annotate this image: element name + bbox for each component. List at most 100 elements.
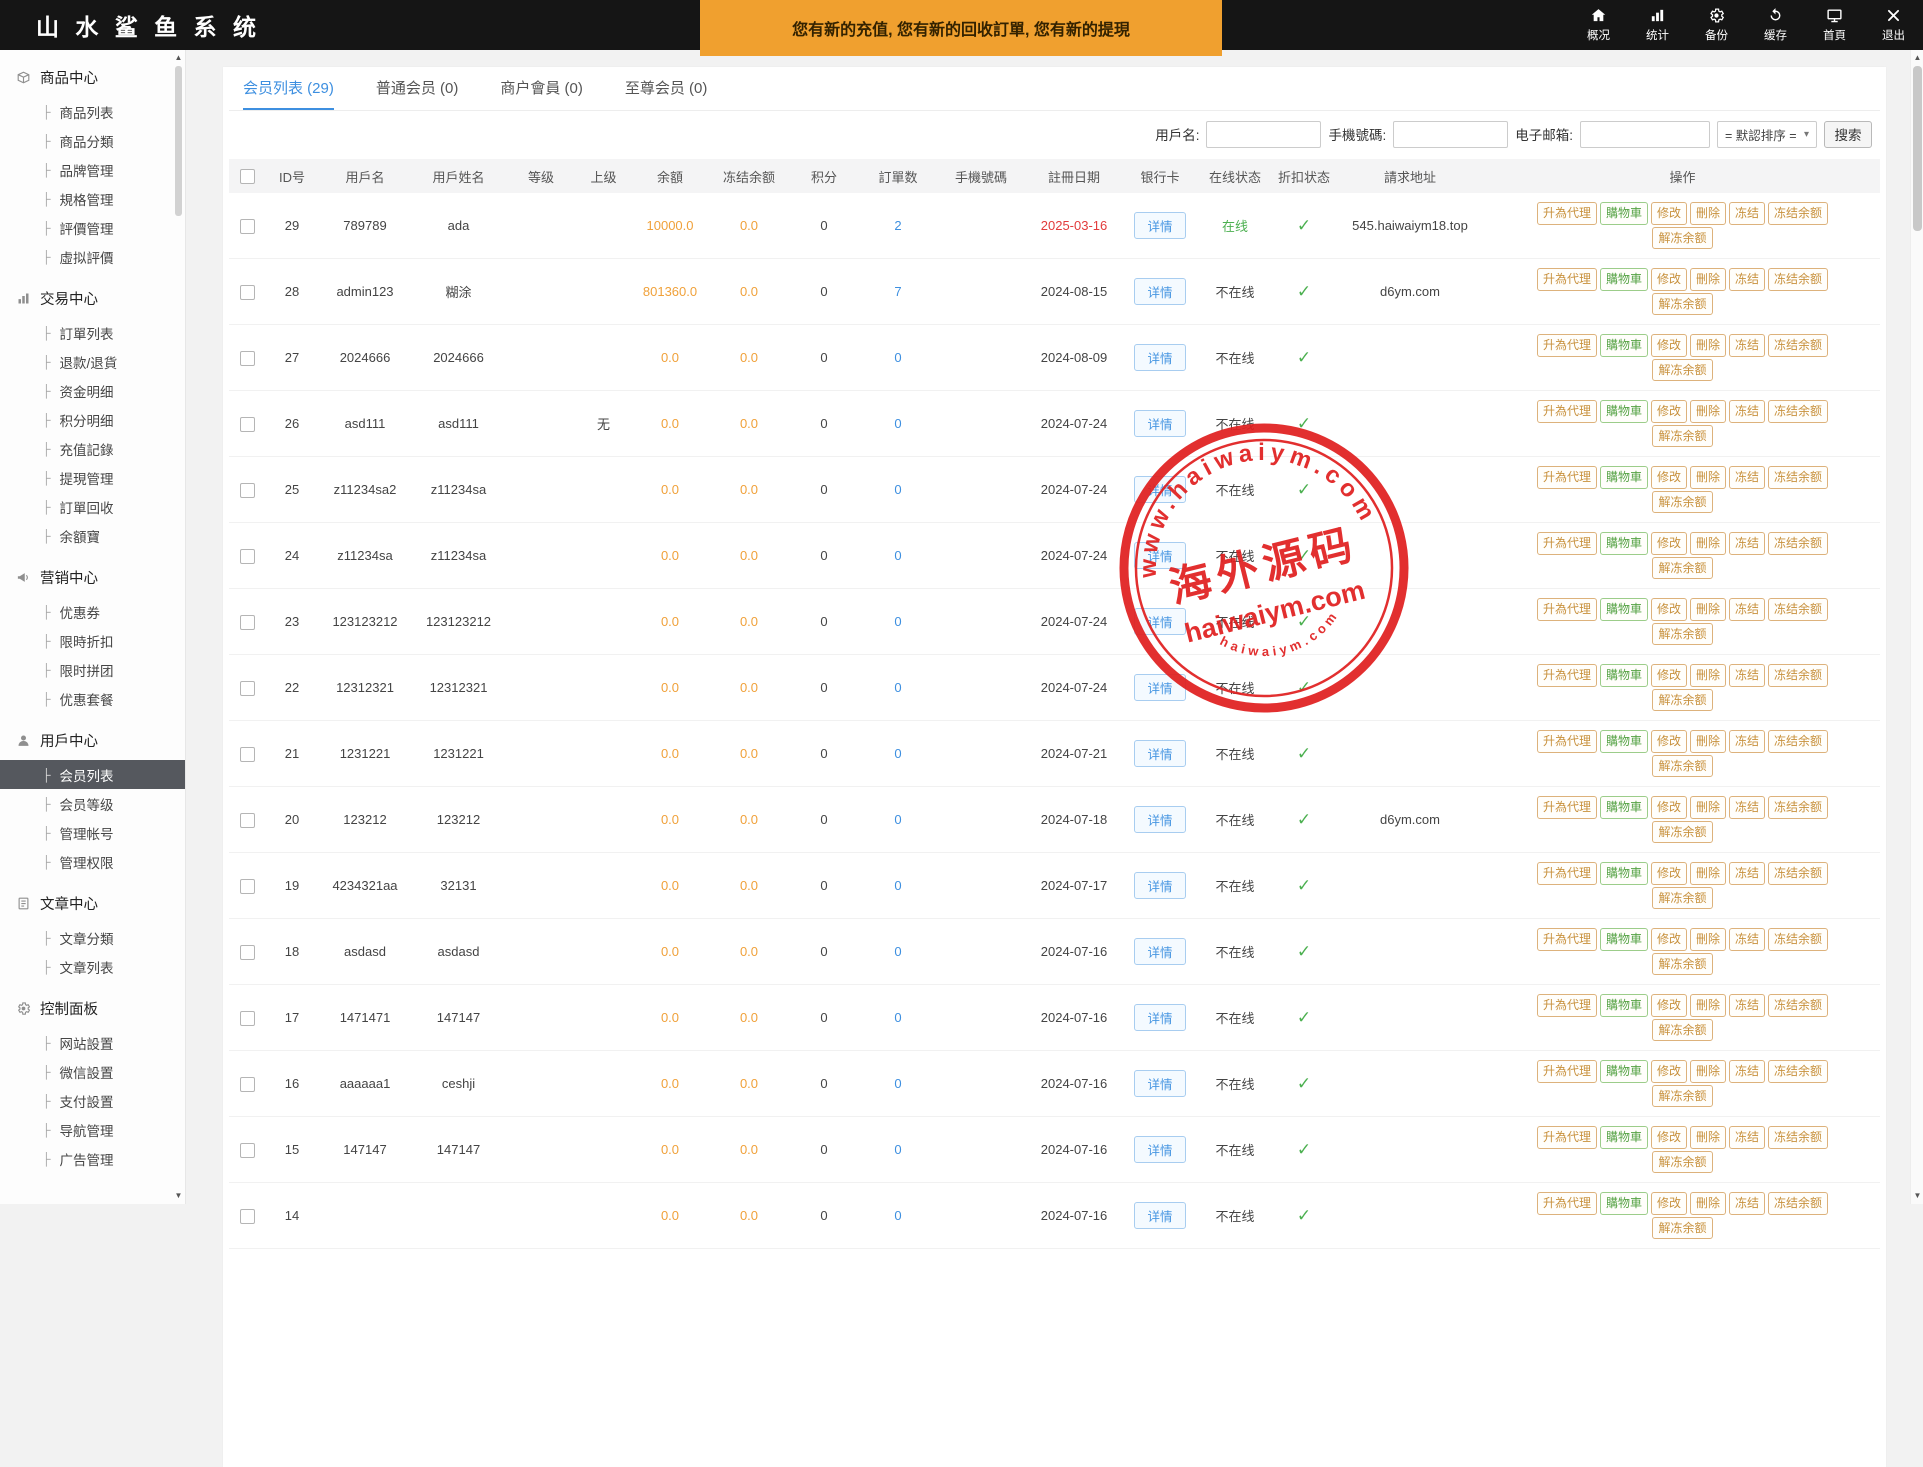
sidebar-item[interactable]: ├規格管理: [0, 184, 185, 213]
action-unfreeze-balance-button[interactable]: 解冻余额: [1652, 425, 1712, 447]
action-freeze-button[interactable]: 冻结: [1729, 730, 1765, 752]
action-edit-button[interactable]: 修改: [1651, 862, 1687, 884]
bank-detail-button[interactable]: 详情: [1134, 1202, 1185, 1229]
sidebar-item[interactable]: ├文章列表: [0, 952, 185, 981]
action-edit-button[interactable]: 修改: [1651, 994, 1687, 1016]
action-delete-button[interactable]: 刪除: [1690, 400, 1726, 422]
sidebar-item[interactable]: ├商品列表: [0, 97, 185, 126]
topnav-overview[interactable]: 概况: [1569, 0, 1628, 50]
action-freeze-balance-button[interactable]: 冻结余额: [1768, 466, 1828, 488]
action-freeze-button[interactable]: 冻结: [1729, 862, 1765, 884]
action-freeze-button[interactable]: 冻结: [1729, 1060, 1765, 1082]
sidebar-item[interactable]: ├资金明细: [0, 376, 185, 405]
sidebar-scrollbar-thumb[interactable]: [175, 66, 182, 216]
scroll-up-icon[interactable]: ▲: [172, 52, 185, 64]
row-checkbox[interactable]: [240, 417, 255, 432]
sidebar-section-toggle[interactable]: 用戶中心: [0, 721, 185, 760]
action-freeze-balance-button[interactable]: 冻结余额: [1768, 598, 1828, 620]
action-delete-button[interactable]: 刪除: [1690, 532, 1726, 554]
action-unfreeze-balance-button[interactable]: 解冻余额: [1652, 623, 1712, 645]
action-unfreeze-balance-button[interactable]: 解冻余额: [1652, 1019, 1712, 1041]
action-freeze-balance-button[interactable]: 冻结余额: [1768, 928, 1828, 950]
action-promote-agent-button[interactable]: 升為代理: [1537, 268, 1597, 290]
action-freeze-balance-button[interactable]: 冻结余额: [1768, 532, 1828, 554]
action-promote-agent-button[interactable]: 升為代理: [1537, 466, 1597, 488]
row-checkbox[interactable]: [240, 879, 255, 894]
topnav-logout[interactable]: 退出: [1864, 0, 1923, 50]
action-freeze-balance-button[interactable]: 冻结余额: [1768, 730, 1828, 752]
bank-detail-button[interactable]: 详情: [1134, 476, 1185, 503]
sidebar-scrollbar[interactable]: ▲ ▼: [172, 50, 185, 1204]
sidebar-item[interactable]: ├管理权限: [0, 847, 185, 876]
action-freeze-button[interactable]: 冻结: [1729, 400, 1765, 422]
action-delete-button[interactable]: 刪除: [1690, 862, 1726, 884]
action-promote-agent-button[interactable]: 升為代理: [1537, 730, 1597, 752]
bank-detail-button[interactable]: 详情: [1134, 212, 1185, 239]
row-checkbox[interactable]: [240, 681, 255, 696]
tab[interactable]: 会员列表 (29): [243, 67, 334, 110]
action-unfreeze-balance-button[interactable]: 解冻余额: [1652, 1085, 1712, 1107]
action-promote-agent-button[interactable]: 升為代理: [1537, 1126, 1597, 1148]
action-cart-button[interactable]: 購物車: [1600, 730, 1648, 752]
action-cart-button[interactable]: 購物車: [1600, 994, 1648, 1016]
sidebar-item[interactable]: ├退款/退貨: [0, 347, 185, 376]
row-checkbox[interactable]: [240, 1143, 255, 1158]
action-freeze-balance-button[interactable]: 冻结余额: [1768, 334, 1828, 356]
action-delete-button[interactable]: 刪除: [1690, 664, 1726, 686]
sidebar-section-toggle[interactable]: 交易中心: [0, 279, 185, 318]
row-checkbox[interactable]: [240, 1209, 255, 1224]
bank-detail-button[interactable]: 详情: [1134, 608, 1185, 635]
bank-detail-button[interactable]: 详情: [1134, 410, 1185, 437]
sidebar-item[interactable]: ├广告管理: [0, 1144, 185, 1173]
action-delete-button[interactable]: 刪除: [1690, 1126, 1726, 1148]
page-scrollbar-thumb[interactable]: [1913, 66, 1922, 231]
action-delete-button[interactable]: 刪除: [1690, 466, 1726, 488]
action-cart-button[interactable]: 購物車: [1600, 268, 1648, 290]
action-freeze-balance-button[interactable]: 冻结余额: [1768, 1060, 1828, 1082]
scroll-down-icon[interactable]: ▼: [1911, 1190, 1923, 1202]
action-delete-button[interactable]: 刪除: [1690, 928, 1726, 950]
sidebar-item[interactable]: ├品牌管理: [0, 155, 185, 184]
action-unfreeze-balance-button[interactable]: 解冻余额: [1652, 689, 1712, 711]
tab[interactable]: 普通会员 (0): [376, 67, 459, 110]
action-cart-button[interactable]: 購物車: [1600, 1192, 1648, 1214]
row-checkbox[interactable]: [240, 747, 255, 762]
action-edit-button[interactable]: 修改: [1651, 796, 1687, 818]
action-cart-button[interactable]: 購物車: [1600, 202, 1648, 224]
sidebar-item[interactable]: ├管理帐号: [0, 818, 185, 847]
bank-detail-button[interactable]: 详情: [1134, 278, 1185, 305]
sidebar-item[interactable]: ├网站設置: [0, 1028, 185, 1057]
phone-filter-input[interactable]: [1393, 121, 1508, 148]
action-edit-button[interactable]: 修改: [1651, 202, 1687, 224]
bank-detail-button[interactable]: 详情: [1134, 740, 1185, 767]
sidebar-item[interactable]: ├評價管理: [0, 213, 185, 242]
action-delete-button[interactable]: 刪除: [1690, 796, 1726, 818]
row-checkbox[interactable]: [240, 945, 255, 960]
action-unfreeze-balance-button[interactable]: 解冻余额: [1652, 557, 1712, 579]
bank-detail-button[interactable]: 详情: [1134, 344, 1185, 371]
action-freeze-button[interactable]: 冻结: [1729, 994, 1765, 1016]
bank-detail-button[interactable]: 详情: [1134, 542, 1185, 569]
sidebar-item[interactable]: ├微信設置: [0, 1057, 185, 1086]
topnav-cache[interactable]: 缓存: [1746, 0, 1805, 50]
action-freeze-button[interactable]: 冻结: [1729, 598, 1765, 620]
action-cart-button[interactable]: 購物車: [1600, 400, 1648, 422]
select-all-checkbox[interactable]: [240, 169, 255, 184]
bank-detail-button[interactable]: 详情: [1134, 1136, 1185, 1163]
action-cart-button[interactable]: 購物車: [1600, 862, 1648, 884]
sidebar-item[interactable]: ├积分明细: [0, 405, 185, 434]
sidebar-item[interactable]: ├限時折扣: [0, 626, 185, 655]
action-freeze-balance-button[interactable]: 冻结余额: [1768, 664, 1828, 686]
action-cart-button[interactable]: 購物車: [1600, 1126, 1648, 1148]
tab[interactable]: 商户會員 (0): [500, 67, 583, 110]
action-edit-button[interactable]: 修改: [1651, 730, 1687, 752]
action-freeze-balance-button[interactable]: 冻结余额: [1768, 796, 1828, 818]
action-freeze-balance-button[interactable]: 冻结余额: [1768, 202, 1828, 224]
action-delete-button[interactable]: 刪除: [1690, 1060, 1726, 1082]
action-delete-button[interactable]: 刪除: [1690, 334, 1726, 356]
tab[interactable]: 至尊会员 (0): [625, 67, 708, 110]
action-freeze-button[interactable]: 冻结: [1729, 928, 1765, 950]
action-freeze-balance-button[interactable]: 冻结余额: [1768, 1126, 1828, 1148]
action-freeze-button[interactable]: 冻结: [1729, 1192, 1765, 1214]
action-unfreeze-balance-button[interactable]: 解冻余额: [1652, 491, 1712, 513]
